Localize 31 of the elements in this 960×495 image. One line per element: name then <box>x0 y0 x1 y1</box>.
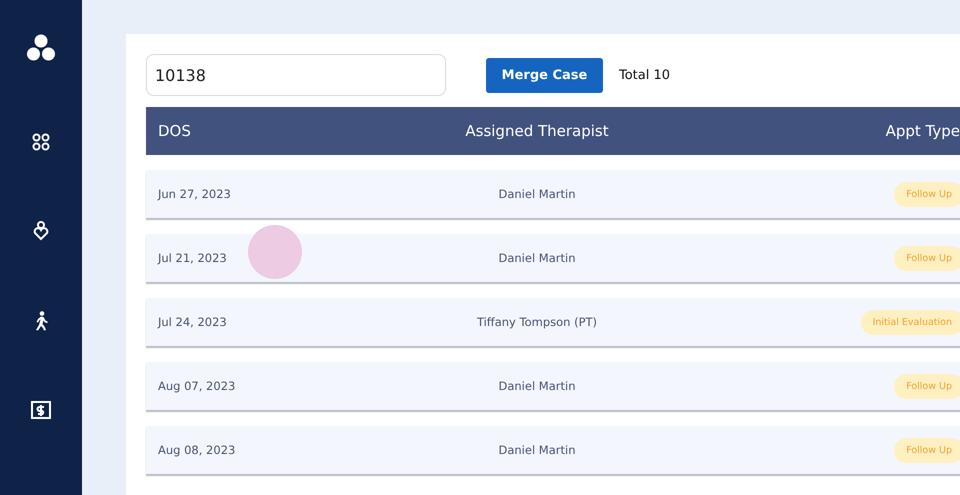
grid-icon[interactable] <box>32 133 50 151</box>
table-cell-text: Daniel Martin <box>497 187 576 201</box>
search-field[interactable]: 10138 <box>146 54 446 96</box>
appt-type-badge: Follow Up <box>894 246 960 270</box>
merge-case-button[interactable]: Merge Case <box>486 58 603 92</box>
table-cell-text: Aug 07, 2023 <box>157 379 236 393</box>
table-cell-text: Daniel Martin <box>497 443 576 457</box>
table-cell-text: Jun 27, 2023 <box>156 187 232 201</box>
table-cell-text: Jul 21, 2023 <box>156 251 228 265</box>
table-row[interactable]: Jul 24, 2023 Tiffany Tompson (PT) Initial Evaluation <box>146 298 960 346</box>
logo-icon <box>26 34 56 62</box>
table-row[interactable]: Aug 07, 2023 Daniel Martin Follow Up <box>146 362 960 410</box>
table-row[interactable]: Jul 21, 2023 Daniel Martin Follow Up <box>146 234 960 282</box>
column-header: Appt Type <box>884 122 960 140</box>
person-heart-icon[interactable] <box>32 221 50 241</box>
walking-person-icon[interactable] <box>33 311 49 331</box>
table-cell-text: Jul 24, 2023 <box>156 315 228 329</box>
appt-type-badge: Follow Up <box>894 374 960 398</box>
appt-type-badge: Follow Up <box>894 438 960 462</box>
appt-type-badge: Follow Up <box>894 182 960 206</box>
column-header: Assigned Therapist <box>464 122 610 140</box>
column-header: DOS <box>157 122 192 140</box>
table-row[interactable]: Aug 08, 2023 Daniel Martin Follow Up <box>146 426 960 474</box>
total-count: Total 10 <box>619 68 670 82</box>
table-cell-text: Daniel Martin <box>497 379 576 393</box>
table-cell-text: Aug 08, 2023 <box>157 443 236 457</box>
table-cell-text: Daniel Martin <box>497 251 576 265</box>
table-row[interactable]: Jun 27, 2023 Daniel Martin Follow Up <box>146 170 960 218</box>
appt-type-badge: Initial Evaluation <box>860 310 960 334</box>
table-cell-text: Tiffany Tompson (PT) <box>476 315 598 329</box>
dollar-square-icon[interactable] <box>31 401 51 419</box>
